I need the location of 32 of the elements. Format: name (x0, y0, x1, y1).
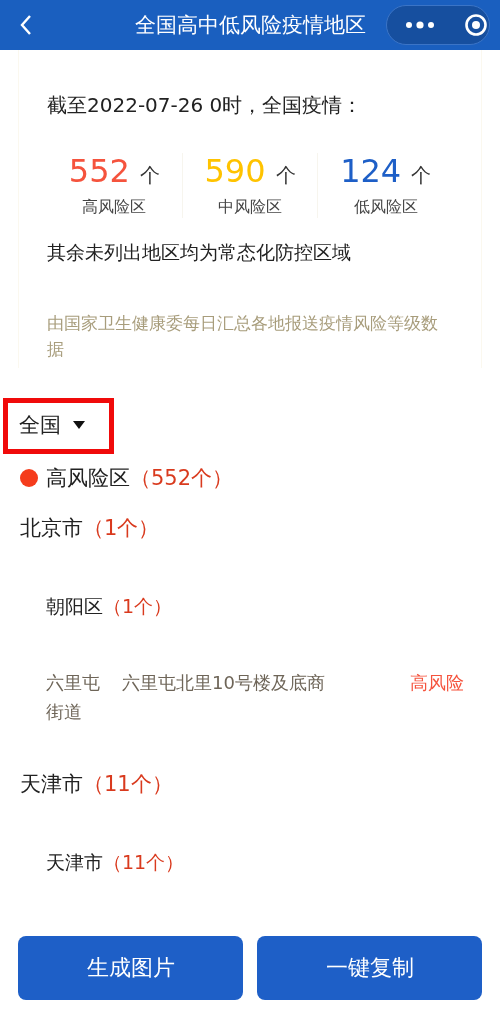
province-name: 天津市 (20, 771, 83, 798)
window-title: 全国高中低风险疫情地区 (134, 13, 366, 37)
district-name: 天津市 (46, 850, 103, 875)
dropdown-caret-icon (73, 421, 85, 429)
source-text: 由国家卫生健康委每日汇总各地报送疫情风险等级数据 (47, 312, 439, 361)
province-count: （11个） (83, 771, 173, 798)
unit-text: 个 (411, 162, 432, 189)
province-name: 北京市 (20, 515, 83, 542)
risk-label: 中风险区 (218, 197, 282, 218)
action-button[interactable]: 生成图片 (18, 936, 243, 1000)
province-count: （1个） (83, 515, 160, 542)
action-button[interactable]: 一键复制 (257, 936, 482, 1000)
unit-text: 个 (139, 162, 160, 189)
street-name: 六里屯街道 (46, 671, 101, 724)
legend-count: （552个） (130, 465, 234, 492)
more-icon[interactable] (405, 20, 435, 30)
risk-level: 高风险 (410, 671, 464, 695)
legend-label: 高风险区 (46, 465, 130, 492)
note-text: 其余未列出地区均为常态化防控区域 (47, 240, 351, 265)
address-text: 六里屯北里10号楼及底商 (122, 671, 326, 695)
region-dropdown[interactable]: 全国 (3, 398, 114, 454)
district-count: （1个） (103, 594, 173, 619)
district-name: 朝阳区 (46, 594, 103, 619)
risk-count: 124 (340, 153, 402, 189)
district-count: （11个） (103, 850, 185, 875)
back-icon[interactable] (18, 13, 34, 37)
risk-label: 低风险区 (353, 197, 418, 218)
risk-label: 高风险区 (82, 197, 147, 218)
unit-text: 个 (275, 162, 296, 189)
summary-heading: 截至2022-07-26 0时，全国疫情： (47, 92, 363, 119)
risk-count: 552 (68, 153, 130, 189)
risk-count: 590 (204, 153, 266, 189)
